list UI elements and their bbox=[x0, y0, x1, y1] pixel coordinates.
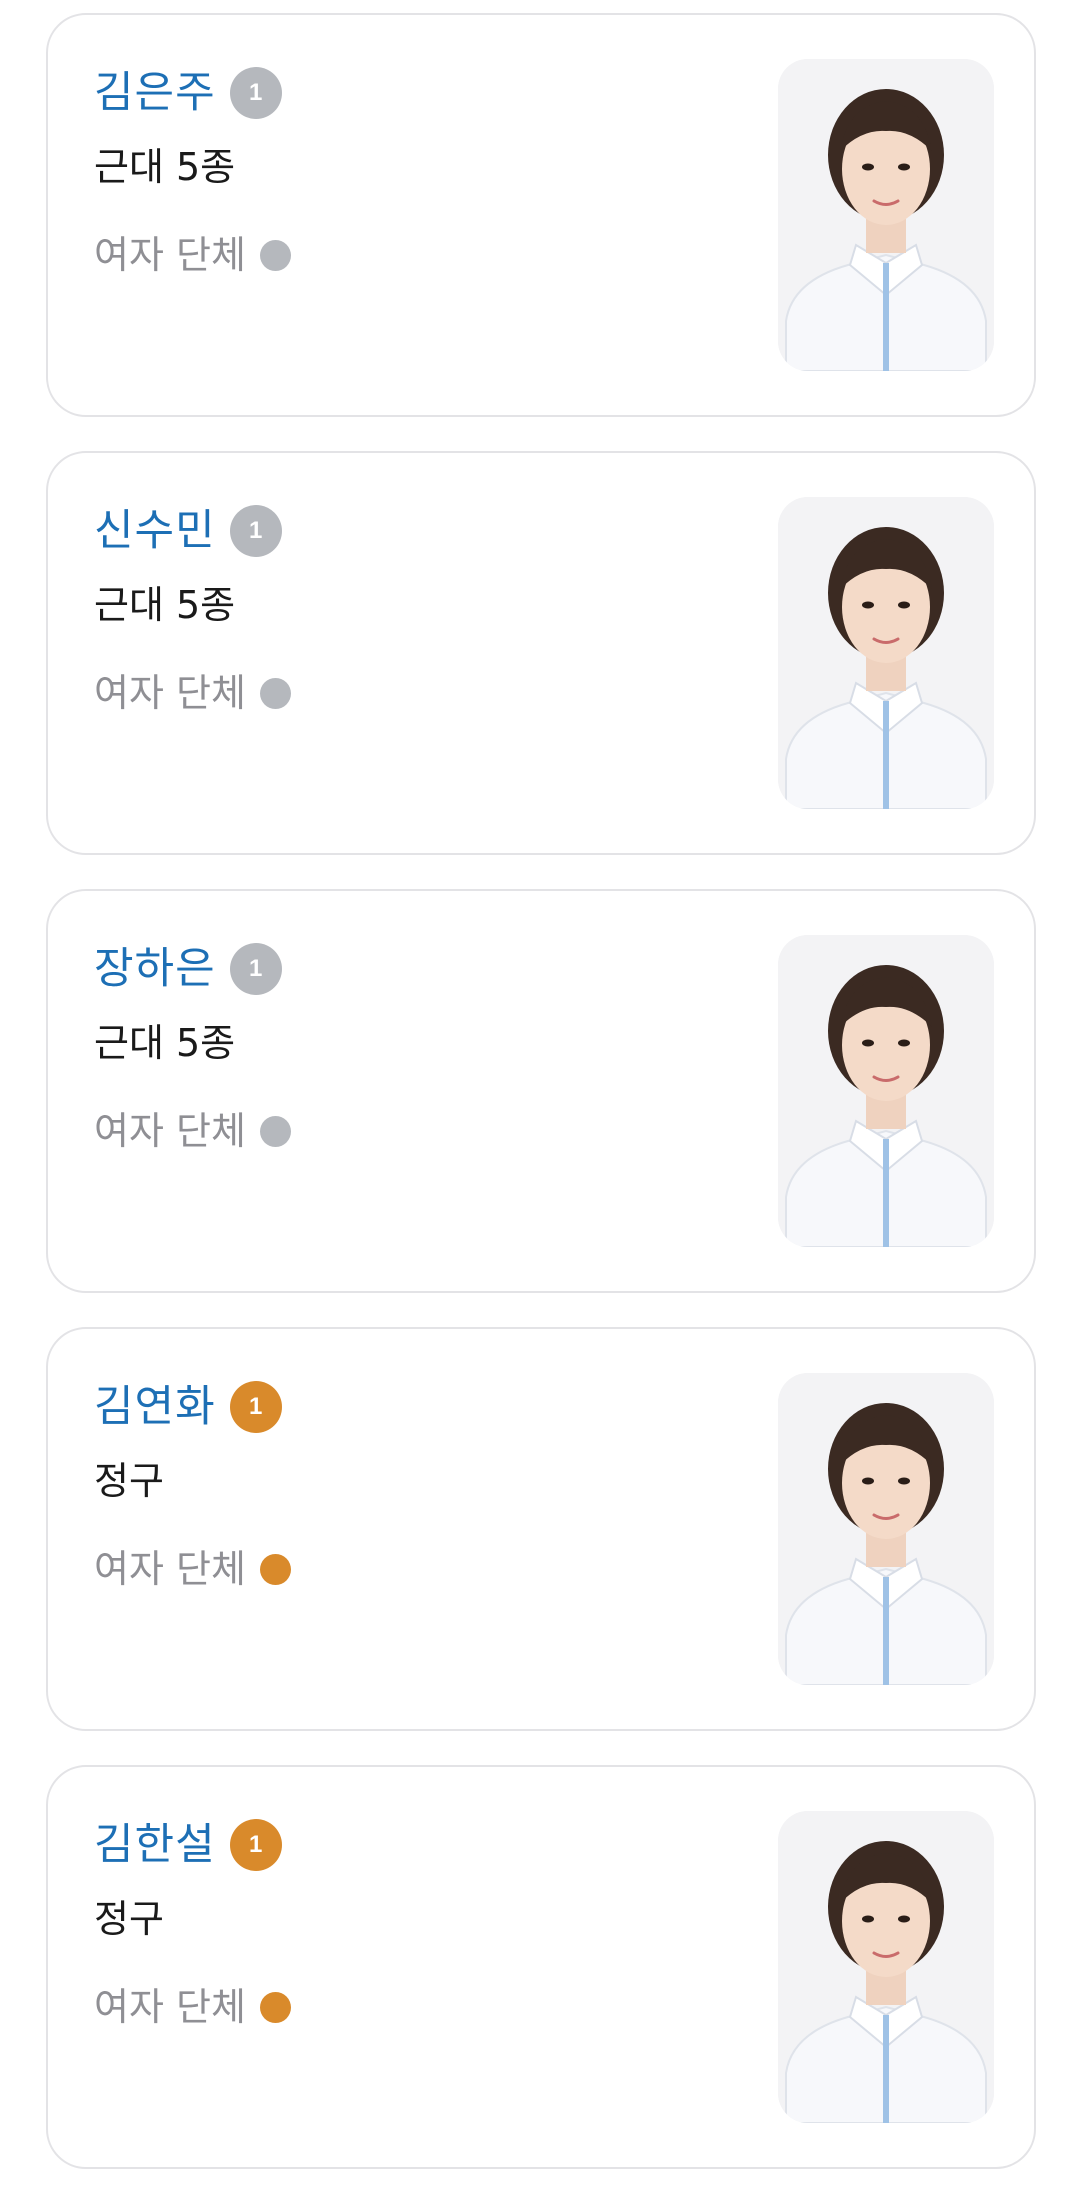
event-row: 여자 단체 bbox=[94, 227, 291, 283]
athlete-photo[interactable] bbox=[778, 1373, 994, 1685]
athlete-name[interactable]: 김한설 bbox=[94, 1815, 216, 1875]
athlete-portrait-icon bbox=[778, 1373, 994, 1685]
event-label: 여자 단체 bbox=[94, 233, 246, 277]
event-row: 여자 단체 bbox=[94, 1541, 291, 1597]
athlete-name[interactable]: 신수민 bbox=[94, 501, 216, 561]
name-row: 김연화 1 bbox=[94, 1377, 282, 1437]
sport-label: 정구 bbox=[94, 1459, 164, 1503]
athlete-card[interactable]: 신수민 1 근대 5종 여자 단체 bbox=[46, 451, 1036, 855]
medal-count-badge: 1 bbox=[229, 943, 282, 995]
athlete-portrait-icon bbox=[778, 1811, 994, 2123]
athlete-list: 김은주 1 근대 5종 여자 단체 신수민 1 근대 5종 여자 단체 장하은 … bbox=[0, 0, 1080, 2186]
name-row: 장하은 1 bbox=[94, 939, 282, 999]
athlete-photo[interactable] bbox=[778, 935, 994, 1247]
medal-count-badge: 1 bbox=[229, 505, 282, 557]
athlete-name[interactable]: 장하은 bbox=[94, 939, 216, 999]
sport-label: 근대 5종 bbox=[94, 583, 236, 627]
athlete-photo[interactable] bbox=[778, 1811, 994, 2123]
medal-dot-icon bbox=[259, 677, 291, 709]
medal-count-badge: 1 bbox=[229, 1819, 282, 1871]
athlete-card[interactable]: 장하은 1 근대 5종 여자 단체 bbox=[46, 889, 1036, 1293]
medal-count-badge: 1 bbox=[229, 67, 282, 119]
athlete-name[interactable]: 김연화 bbox=[94, 1377, 216, 1437]
athlete-photo[interactable] bbox=[778, 59, 994, 371]
athlete-portrait-icon bbox=[778, 497, 994, 809]
event-label: 여자 단체 bbox=[94, 671, 246, 715]
medal-dot-icon bbox=[259, 1115, 291, 1147]
athlete-name[interactable]: 김은주 bbox=[94, 63, 216, 123]
name-row: 김은주 1 bbox=[94, 63, 282, 123]
event-row: 여자 단체 bbox=[94, 1979, 291, 2035]
medal-count-badge: 1 bbox=[229, 1381, 282, 1433]
event-label: 여자 단체 bbox=[94, 1985, 246, 2029]
event-label: 여자 단체 bbox=[94, 1547, 246, 1591]
medal-dot-icon bbox=[259, 239, 291, 271]
sport-label: 근대 5종 bbox=[94, 145, 236, 189]
event-row: 여자 단체 bbox=[94, 665, 291, 721]
athlete-card[interactable]: 김한설 1 정구 여자 단체 bbox=[46, 1765, 1036, 2169]
medal-dot-icon bbox=[259, 1553, 291, 1585]
medal-dot-icon bbox=[259, 1991, 291, 2023]
athlete-photo[interactable] bbox=[778, 497, 994, 809]
event-row: 여자 단체 bbox=[94, 1103, 291, 1159]
athlete-portrait-icon bbox=[778, 59, 994, 371]
sport-label: 정구 bbox=[94, 1897, 164, 1941]
athlete-card[interactable]: 김은주 1 근대 5종 여자 단체 bbox=[46, 13, 1036, 417]
sport-label: 근대 5종 bbox=[94, 1021, 236, 1065]
athlete-portrait-icon bbox=[778, 935, 994, 1247]
event-label: 여자 단체 bbox=[94, 1109, 246, 1153]
name-row: 김한설 1 bbox=[94, 1815, 282, 1875]
athlete-card[interactable]: 김연화 1 정구 여자 단체 bbox=[46, 1327, 1036, 1731]
name-row: 신수민 1 bbox=[94, 501, 282, 561]
